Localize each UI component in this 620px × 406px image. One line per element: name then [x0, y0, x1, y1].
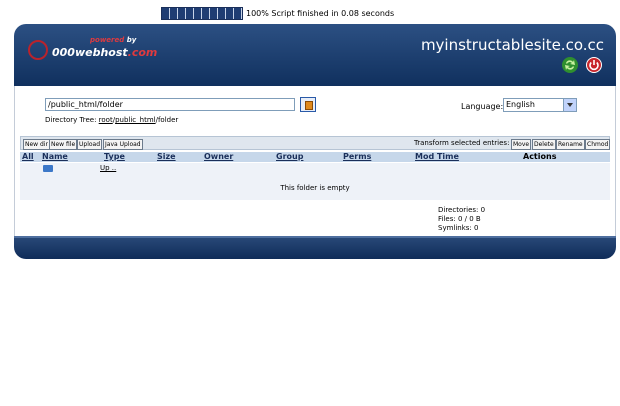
footer-banner [14, 236, 616, 259]
chevron-down-icon [563, 99, 576, 111]
rename-button[interactable]: Rename [556, 139, 585, 150]
table-header: All Name Type Size Owner Group Perms Mod… [20, 152, 610, 162]
column-owner[interactable]: Owner [204, 152, 233, 161]
breadcrumb-root-link[interactable]: root [99, 116, 113, 124]
column-type[interactable]: Type [104, 152, 125, 161]
folder-stats: Directories: 0 Files: 0 / 0 B Symlinks: … [438, 206, 485, 233]
column-all[interactable]: All [22, 152, 34, 161]
new-file-button[interactable]: New file [49, 139, 78, 150]
column-name[interactable]: Name [42, 152, 68, 161]
progress-indicator: 100% Script finished in 0.08 seconds [161, 7, 394, 20]
file-manager-panel: Directory Tree: root/public_html/folder … [14, 86, 616, 236]
logout-power-icon[interactable] [586, 57, 602, 73]
column-group[interactable]: Group [276, 152, 303, 161]
refresh-icon[interactable] [562, 57, 578, 73]
directory-tree-breadcrumb: Directory Tree: root/public_html/folder [45, 116, 179, 124]
chmod-button[interactable]: Chmod [585, 139, 611, 150]
transform-label: Transform selected entries: [414, 139, 510, 147]
language-select[interactable]: English [503, 98, 577, 112]
header-banner: powered by 000webhost.com myinstructable… [14, 24, 616, 86]
action-toolbar: New dir New file Upload Java Upload Tran… [20, 136, 611, 150]
progress-text: 100% Script finished in 0.08 seconds [246, 9, 395, 18]
column-mod-time[interactable]: Mod Time [415, 152, 459, 161]
column-perms[interactable]: Perms [343, 152, 371, 161]
stats-files: Files: 0 / 0 B [438, 215, 481, 223]
new-dir-button[interactable]: New dir [23, 139, 50, 150]
empty-folder-message: This folder is empty [280, 184, 350, 192]
000webhost-logo[interactable]: powered by 000webhost.com [28, 36, 158, 62]
logo-mark-icon [28, 40, 48, 60]
java-upload-button[interactable]: Java Upload [103, 139, 143, 150]
directory-path-input[interactable] [45, 98, 295, 111]
site-title: myinstructablesite.co.cc [420, 36, 604, 54]
progress-bar [161, 7, 243, 20]
logo-powered-by: powered by [90, 36, 137, 44]
logo-name: 000webhost.com [52, 46, 158, 59]
table-row-up[interactable]: Up .. [20, 163, 610, 174]
upload-button[interactable]: Upload [77, 139, 103, 150]
column-size[interactable]: Size [157, 152, 176, 161]
folder-icon [43, 165, 53, 172]
footer-divider [14, 236, 616, 238]
delete-button[interactable]: Delete [532, 139, 556, 150]
stats-symlinks: Symlinks: 0 [438, 224, 479, 232]
go-browse-button[interactable] [300, 97, 316, 112]
stats-directories: Directories: 0 [438, 206, 486, 214]
column-actions: Actions [523, 152, 557, 161]
move-button[interactable]: Move [511, 139, 532, 150]
empty-folder-row: This folder is empty [20, 174, 610, 200]
language-label: Language: [461, 102, 504, 111]
up-directory-link[interactable]: Up .. [100, 164, 116, 172]
breadcrumb-public-html-link[interactable]: public_html [115, 116, 156, 124]
